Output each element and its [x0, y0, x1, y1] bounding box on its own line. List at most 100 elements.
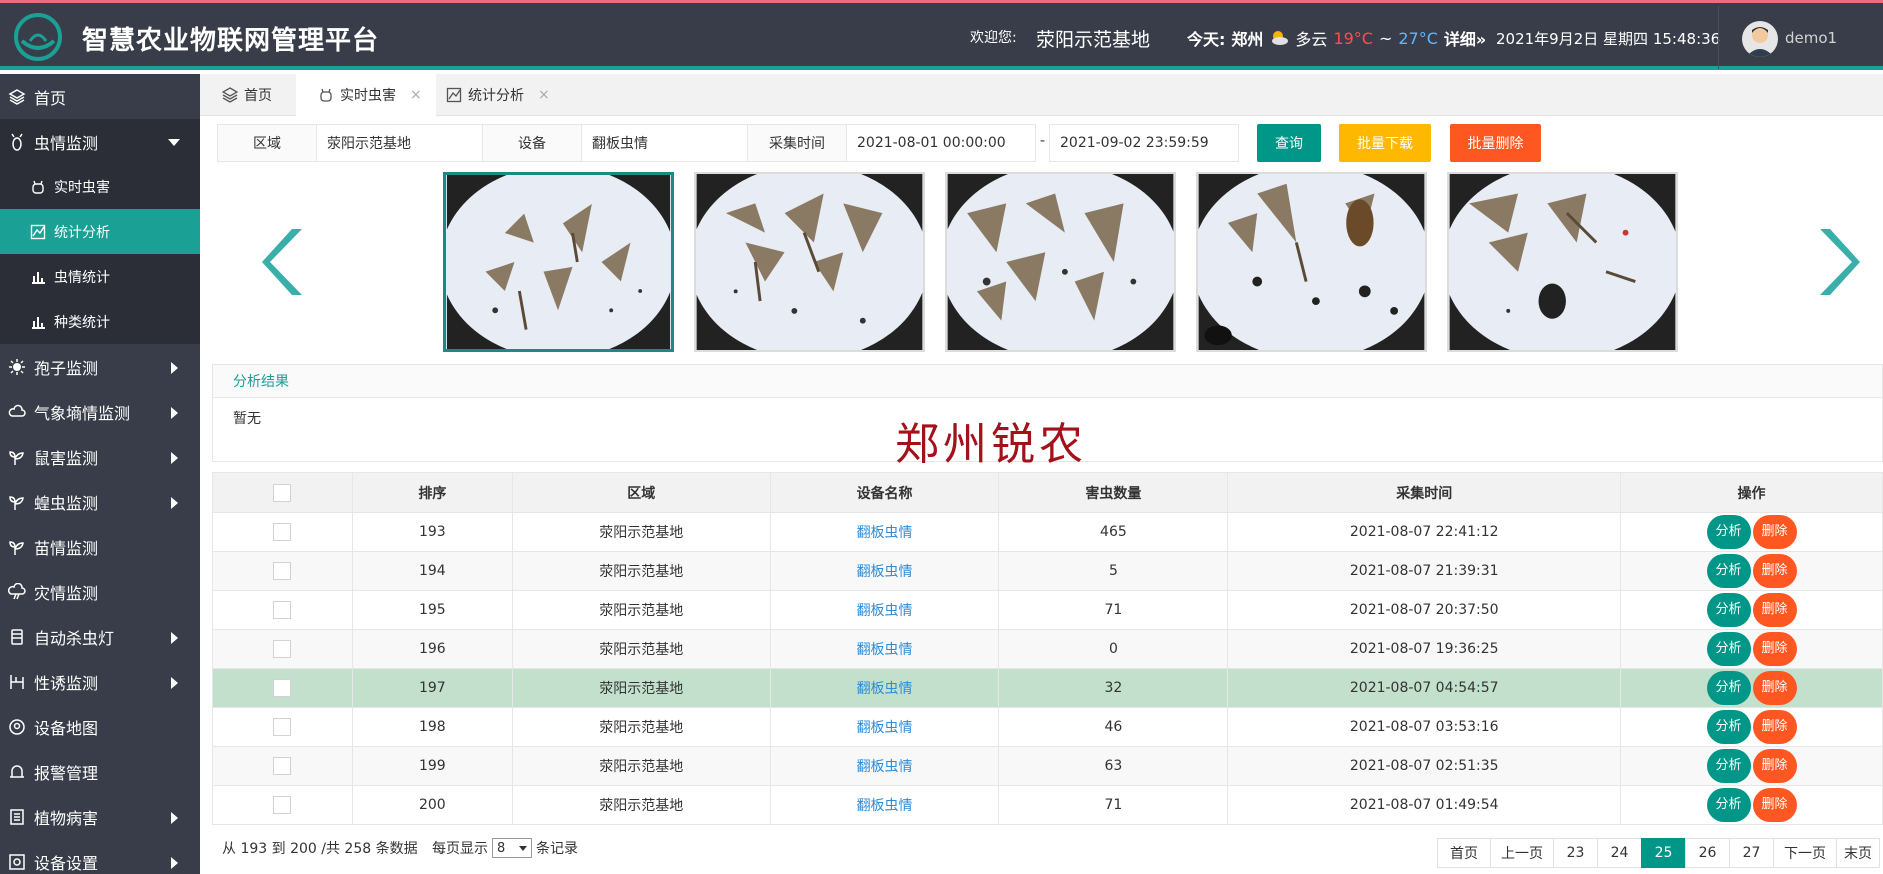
weather-cloudy-icon — [1272, 31, 1289, 45]
sidebar-item-rodent[interactable]: 鼠害监测 — [0, 434, 200, 479]
row-checkbox[interactable] — [273, 757, 292, 775]
page-last[interactable]: 末页 — [1836, 838, 1880, 868]
row-checkbox[interactable] — [273, 601, 292, 619]
delete-button[interactable]: 删除 — [1752, 515, 1797, 549]
device-link[interactable]: 翻板虫情 — [857, 525, 913, 541]
carousel-prev-icon[interactable] — [262, 225, 306, 299]
analyze-button[interactable]: 分析 — [1706, 788, 1751, 822]
row-device-cell: 翻板虫情 — [769, 629, 1000, 669]
sidebar-item-home[interactable]: 首页 — [0, 74, 200, 119]
username[interactable]: demo1 — [1785, 29, 1837, 47]
device-link[interactable]: 翻板虫情 — [857, 759, 913, 775]
table-row: 200 荥阳示范基地 翻板虫情 71 2021-08-07 01:49:54 分… — [212, 785, 1883, 825]
analyze-button[interactable]: 分析 — [1706, 593, 1751, 627]
device-link[interactable]: 翻板虫情 — [857, 681, 913, 697]
query-button[interactable]: 查询 — [1257, 124, 1321, 162]
analyze-button[interactable]: 分析 — [1706, 632, 1751, 666]
carousel-next-icon[interactable] — [1816, 225, 1860, 299]
pest-image-thumbnail[interactable] — [1196, 172, 1427, 352]
delete-button[interactable]: 删除 — [1752, 554, 1797, 588]
sidebar-item-spore-monitor[interactable]: 孢子监测 — [0, 344, 200, 389]
sidebar-item-locust[interactable]: 蝗虫监测 — [0, 479, 200, 524]
page-prev[interactable]: 上一页 — [1490, 838, 1554, 868]
analyze-button[interactable]: 分析 — [1706, 710, 1751, 744]
row-count: 465 — [998, 512, 1229, 552]
delete-button[interactable]: 删除 — [1752, 671, 1797, 705]
sidebar-subitem-pest-stats[interactable]: 虫情统计 — [0, 254, 200, 299]
analyze-button[interactable]: 分析 — [1706, 554, 1751, 588]
select-all-checkbox[interactable] — [273, 483, 292, 502]
pest-image-thumbnail[interactable] — [945, 172, 1176, 352]
row-checkbox[interactable] — [273, 562, 292, 580]
sidebar-item-seedling[interactable]: 苗情监测 — [0, 524, 200, 569]
row-checkbox[interactable] — [273, 679, 292, 697]
row-actions: 分析 删除 — [1620, 590, 1883, 630]
sidebar-item-pheromone[interactable]: 性诱监测 — [0, 659, 200, 704]
sidebar-subitem-species-stats[interactable]: 种类统计 — [0, 299, 200, 344]
batch-delete-button[interactable]: 批量删除 — [1450, 124, 1541, 162]
tab-statistics[interactable]: 统计分析 × — [424, 74, 564, 116]
device-link[interactable]: 翻板虫情 — [857, 798, 913, 814]
batch-download-button[interactable]: 批量下载 — [1339, 124, 1431, 162]
analyze-button[interactable]: 分析 — [1706, 749, 1751, 783]
delete-button[interactable]: 删除 — [1752, 749, 1797, 783]
divider — [1718, 6, 1719, 69]
row-checkbox[interactable] — [273, 718, 292, 736]
tab-home[interactable]: 首页 — [200, 74, 286, 116]
bell-icon — [10, 764, 24, 778]
sidebar-subitem-realtime-pest[interactable]: 实时虫害 — [0, 164, 200, 209]
sprout-icon — [9, 450, 24, 465]
sidebar-item-alarm[interactable]: 报警管理 — [0, 749, 200, 794]
analyze-button[interactable]: 分析 — [1706, 515, 1751, 549]
delete-button[interactable]: 删除 — [1752, 710, 1797, 744]
sidebar-subitem-statistics[interactable]: 统计分析 — [0, 209, 200, 254]
page-number[interactable]: 26 — [1685, 838, 1730, 868]
area-select[interactable]: 荥阳示范基地 — [316, 124, 483, 162]
close-icon[interactable]: × — [538, 87, 550, 103]
pest-image-thumbnail[interactable] — [443, 172, 674, 352]
avatar[interactable] — [1742, 21, 1778, 57]
tab-realtime-pest[interactable]: 实时虫害 × — [296, 74, 436, 116]
cloud-icon — [8, 404, 26, 417]
page-first[interactable]: 首页 — [1437, 838, 1491, 868]
delete-button[interactable]: 删除 — [1752, 632, 1797, 666]
end-time-input[interactable]: 2021-09-02 23:59:59 — [1049, 124, 1239, 162]
row-checkbox[interactable] — [273, 523, 292, 541]
row-actions: 分析 删除 — [1620, 668, 1883, 708]
sidebar-item-plant-disease[interactable]: 植物病害 — [0, 794, 200, 839]
delete-button[interactable]: 删除 — [1752, 788, 1797, 822]
row-checkbox[interactable] — [273, 640, 292, 658]
sidebar-item-disaster[interactable]: 灾情监测 — [0, 569, 200, 614]
device-link[interactable]: 翻板虫情 — [857, 642, 913, 658]
analyze-button[interactable]: 分析 — [1706, 671, 1751, 705]
sidebar-item-pest-monitor[interactable]: 虫情监测 — [0, 119, 200, 164]
sidebar-item-weather-soil[interactable]: 气象墒情监测 — [0, 389, 200, 434]
device-select[interactable]: 翻板虫情 — [581, 124, 748, 162]
page-number[interactable]: 23 — [1553, 838, 1598, 868]
sidebar-item-label: 孢子监测 — [34, 358, 99, 378]
sidebar-item-device-map[interactable]: 设备地图 — [0, 704, 200, 749]
page-number[interactable]: 27 — [1729, 838, 1774, 868]
row-time: 2021-08-07 01:49:54 — [1227, 785, 1622, 825]
sidebar-item-insect-lamp[interactable]: 自动杀虫灯 — [0, 614, 200, 659]
page-current[interactable]: 25 — [1641, 838, 1686, 868]
pest-image-thumbnail[interactable] — [694, 172, 925, 352]
pest-image-thumbnail[interactable] — [1447, 172, 1678, 352]
row-device-cell: 翻板虫情 — [769, 668, 1000, 708]
sidebar-item-device-settings[interactable]: 设备设置 — [0, 839, 200, 874]
row-checkbox[interactable] — [273, 796, 292, 814]
close-icon[interactable]: × — [410, 87, 422, 103]
page-next[interactable]: 下一页 — [1773, 838, 1837, 868]
weather-detail-link[interactable]: 详细» — [1444, 26, 1486, 50]
delete-button[interactable]: 删除 — [1752, 593, 1797, 627]
start-time-input[interactable]: 2021-08-01 00:00:00 — [846, 124, 1036, 162]
page-number[interactable]: 24 — [1597, 838, 1642, 868]
device-link[interactable]: 翻板虫情 — [857, 720, 913, 736]
page-size-select[interactable]: 8 — [492, 838, 532, 858]
device-link[interactable]: 翻板虫情 — [857, 564, 913, 580]
device-link[interactable]: 翻板虫情 — [857, 603, 913, 619]
time-label: 采集时间 — [747, 124, 847, 162]
time: 15:48:36 — [1652, 30, 1721, 48]
chevron-right-icon — [171, 857, 178, 869]
weather-city: 郑州 — [1231, 30, 1264, 49]
